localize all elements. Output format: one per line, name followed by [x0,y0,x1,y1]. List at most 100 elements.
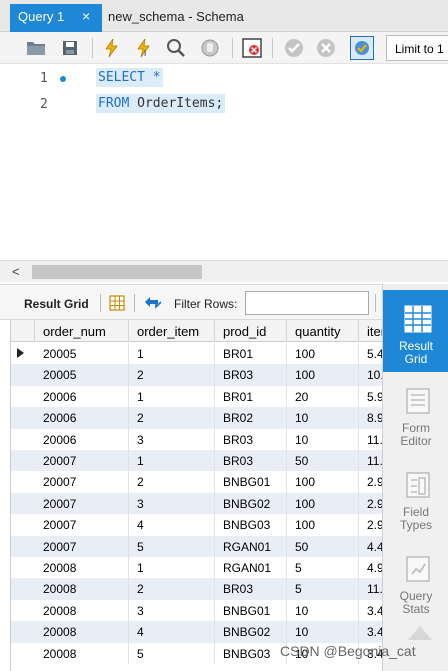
column-header-quantity[interactable]: quantity [287,320,359,342]
cell-item-price[interactable]: 3.49 [359,621,382,642]
cell-quantity[interactable]: 10 [287,428,359,450]
cell-order-item[interactable]: 2 [129,471,215,493]
cell-item-price[interactable]: 4.99 [359,557,382,578]
refresh-icon[interactable] [143,294,163,315]
editor-horizontal-scrollbar[interactable]: < [0,260,448,282]
cell-order-item[interactable]: 1 [129,450,215,472]
table-row[interactable]: 200083BNBG01103.49 [11,599,382,622]
cell-order-num[interactable]: 20006 [35,428,129,450]
table-row[interactable]: 200074BNBG031002.99 [11,514,382,536]
cell-order-item[interactable]: 2 [129,364,215,386]
cell-order-num[interactable]: 20008 [35,557,129,579]
side-tab-result-grid[interactable]: Result Grid [383,290,448,372]
table-row[interactable]: 200062BR02108.99 [11,407,382,429]
cell-order-item[interactable]: 1 [129,557,215,579]
limit-rows-select[interactable]: Limit to 1 [386,35,448,61]
cell-quantity[interactable]: 5 [287,557,359,579]
cell-quantity[interactable]: 50 [287,535,359,557]
cell-item-price[interactable]: 10.99 [359,364,382,385]
folder-open-icon[interactable] [26,38,46,58]
autocommit-icon[interactable] [350,36,374,60]
cell-order-item[interactable]: 4 [129,621,215,643]
cell-order-item[interactable]: 5 [129,535,215,557]
table-row[interactable]: 200084BNBG02103.49 [11,621,382,643]
cell-order-num[interactable]: 20007 [35,471,129,493]
cell-item-price[interactable]: 5.99 [359,386,382,407]
cell-prod-id[interactable]: BNBG01 [215,599,287,622]
commit-icon[interactable] [284,38,304,58]
close-icon[interactable]: × [82,8,90,24]
cell-prod-id[interactable]: BR03 [215,428,287,450]
cell-item-price[interactable]: 8.99 [359,407,382,428]
cell-quantity[interactable]: 5 [287,578,359,600]
cell-item-price[interactable]: 2.99 [359,514,382,535]
table-row[interactable]: 200071BR035011.49 [11,450,382,472]
cell-quantity[interactable]: 50 [287,450,359,472]
tab-new-schema[interactable]: new_schema - Schema [108,9,244,24]
result-grid-label[interactable]: Result Grid [24,297,89,311]
cell-quantity[interactable]: 100 [287,364,359,386]
cell-quantity[interactable]: 20 [287,385,359,408]
cell-order-num[interactable]: 20007 [35,514,129,536]
cell-prod-id[interactable]: RGAN01 [215,557,287,579]
cell-prod-id[interactable]: BNBG01 [215,471,287,493]
cell-prod-id[interactable]: BNBG02 [215,492,287,515]
column-header-order-item[interactable]: order_item [129,320,215,342]
cell-order-num[interactable]: 20006 [35,407,129,429]
cell-order-item[interactable]: 3 [129,428,215,450]
cell-order-num[interactable]: 20008 [35,599,129,622]
grid-layout-icon[interactable] [109,295,125,311]
cell-order-item[interactable]: 4 [129,514,215,536]
cell-quantity[interactable]: 100 [287,343,359,365]
cell-item-price[interactable]: 5.49 [359,343,382,364]
cell-order-num[interactable]: 20008 [35,642,129,664]
cell-order-num[interactable]: 20006 [35,385,129,408]
column-header-prod-id[interactable]: prod_id [215,320,287,342]
cell-order-item[interactable]: 1 [129,385,215,408]
cell-order-item[interactable]: 2 [129,407,215,429]
cell-order-item[interactable]: 2 [129,578,215,600]
cell-quantity[interactable]: 100 [287,471,359,493]
cell-item-price[interactable]: 3.49 [359,600,382,621]
scroll-left-icon[interactable]: < [12,264,20,279]
table-row[interactable]: 200052BR0310010.99 [11,364,382,386]
cell-quantity[interactable]: 10 [287,599,359,622]
cell-prod-id[interactable]: BNBG02 [215,621,287,643]
cell-item-price[interactable]: 4.49 [359,536,382,557]
table-row[interactable]: 200061BR01205.99 [11,385,382,408]
cell-prod-id[interactable]: BR01 [215,343,287,365]
cell-order-item[interactable]: 5 [129,642,215,664]
column-header-order-num[interactable]: order_num [35,320,129,342]
cell-order-num[interactable]: 20007 [35,492,129,515]
rollback-icon[interactable] [316,38,336,58]
cell-order-num[interactable]: 20005 [35,364,129,386]
table-row[interactable]: 200081RGAN0154.99 [11,557,382,579]
side-tab-field-types[interactable]: Field Types [383,456,448,538]
cell-quantity[interactable]: 10 [287,407,359,429]
sql-editor[interactable]: 1 SELECT * 2 FROM OrderItems; [0,64,448,260]
save-icon[interactable] [60,38,80,58]
cell-order-item[interactable]: 1 [129,343,215,365]
scroll-up-icon[interactable] [408,626,432,640]
cell-item-price[interactable]: 11.99 [359,429,382,450]
cell-item-price[interactable]: 2.99 [359,471,382,492]
cell-prod-id[interactable]: BR03 [215,578,287,600]
column-header-item-price[interactable]: item_price [359,320,382,342]
cell-order-num[interactable]: 20007 [35,535,129,557]
cell-item-price[interactable]: 11.99 [359,578,382,599]
cell-quantity[interactable]: 100 [287,514,359,536]
table-row[interactable]: 200063BR031011.99 [11,428,382,450]
cell-prod-id[interactable]: BNBG03 [215,514,287,536]
table-row[interactable]: 200082BR03511.99 [11,578,382,600]
cell-order-item[interactable]: 3 [129,599,215,622]
tab-query-1[interactable]: Query 1 × [10,4,102,32]
execute-icon[interactable] [102,38,122,58]
cell-prod-id[interactable]: BR03 [215,450,287,472]
cell-order-num[interactable]: 20005 [35,343,129,365]
stop-icon[interactable] [200,38,220,58]
table-row[interactable]: 200051BR011005.49 [11,343,382,365]
cell-prod-id[interactable]: BNBG03 [215,642,287,664]
cell-item-price[interactable]: 2.99 [359,493,382,514]
cell-prod-id[interactable]: BR02 [215,407,287,429]
execute-current-icon[interactable]: I [134,38,154,58]
